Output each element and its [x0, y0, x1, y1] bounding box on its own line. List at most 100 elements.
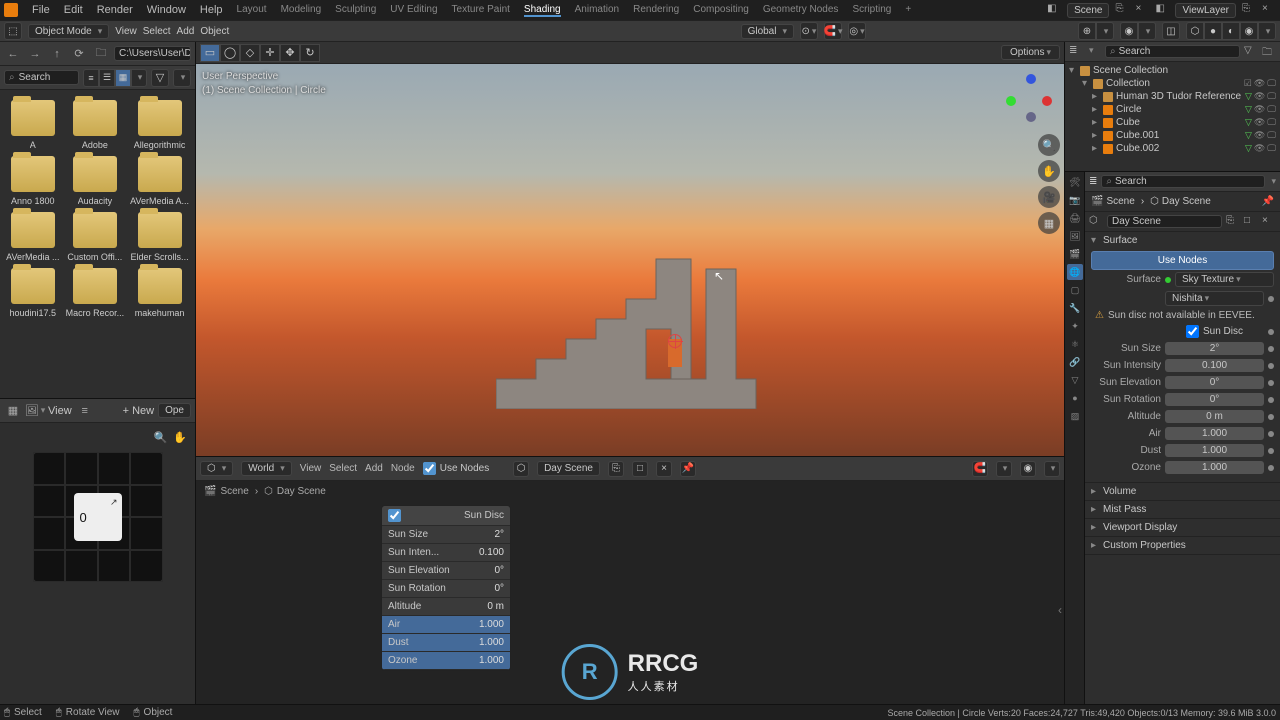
anim-dot-icon[interactable]: [1268, 448, 1274, 454]
data-icon[interactable]: ▽: [1245, 117, 1252, 128]
view-list-icon[interactable]: ≡: [83, 69, 99, 87]
nav-forward-icon[interactable]: →: [26, 45, 44, 63]
zoom-icon[interactable]: 🔍: [154, 431, 168, 444]
orientation-gizmo-icon[interactable]: [1006, 74, 1054, 122]
zoom-icon[interactable]: 🔍: [1038, 134, 1060, 156]
tab-data-icon[interactable]: ▽: [1067, 372, 1083, 388]
sky-texture-node[interactable]: Sun Disc Sun Size2° Sun Inten...0.100 Su…: [381, 505, 511, 671]
anim-dot-icon[interactable]: [1268, 465, 1274, 471]
tree-item[interactable]: ▸Cube▽👁🖵: [1065, 116, 1280, 129]
vis-toggle-icon[interactable]: ☑: [1244, 78, 1252, 89]
outliner-search[interactable]: Search: [1105, 45, 1240, 58]
ne-snap-icon[interactable]: 🧲: [972, 461, 988, 477]
shading-matprev[interactable]: ◐: [1222, 22, 1240, 40]
node-sun-disc-row[interactable]: Sun Disc: [382, 506, 510, 526]
image-open-button[interactable]: Ope: [158, 403, 191, 418]
tree-item[interactable]: ▸Cube.001▽👁🖵: [1065, 129, 1280, 142]
pivot-dropdown[interactable]: ⊙: [800, 22, 818, 40]
bc-scene[interactable]: 🎬 Scene: [204, 486, 249, 497]
ne-menu-view[interactable]: View: [300, 463, 322, 474]
workspace-texturepaint[interactable]: Texture Paint: [452, 4, 510, 17]
ne-overlay-opts[interactable]: [1044, 461, 1060, 477]
axis-zneg-icon[interactable]: [1026, 112, 1036, 122]
filter-opts-icon[interactable]: [173, 69, 191, 87]
node-row[interactable]: Sun Rotation0°: [382, 580, 510, 598]
viewlayer-browse-icon[interactable]: ◧: [1155, 3, 1169, 17]
nav-back-icon[interactable]: ←: [4, 45, 22, 63]
tool-cursor-icon[interactable]: ✛: [260, 44, 280, 62]
hide-icon[interactable]: 👁: [1254, 78, 1265, 89]
data-icon[interactable]: ▽: [1245, 143, 1252, 154]
sun-disc-checkbox[interactable]: [1186, 325, 1199, 338]
folder-item[interactable]: Anno 1800: [4, 154, 62, 208]
ne-editor-type[interactable]: ⬡: [200, 461, 233, 476]
bc-world[interactable]: ⬡ Day Scene: [1150, 196, 1211, 207]
anim-dot-icon[interactable]: [1268, 397, 1274, 403]
hide-icon[interactable]: 👁: [1254, 104, 1265, 115]
folder-item[interactable]: makehuman: [128, 266, 191, 320]
image-menu-view[interactable]: View: [48, 405, 72, 417]
node-row[interactable]: Dust1.000: [382, 634, 510, 652]
prop-value[interactable]: 0 m: [1165, 410, 1264, 423]
folder-item[interactable]: Audacity: [64, 154, 127, 208]
hide-icon[interactable]: 👁: [1254, 130, 1265, 141]
image-grid[interactable]: 0 ↗: [33, 452, 163, 582]
filter-icon[interactable]: ▽: [151, 69, 169, 87]
tab-output-icon[interactable]: 🖨: [1067, 210, 1083, 226]
show-overlays-toggle[interactable]: ◉: [1120, 22, 1138, 40]
tab-render-icon[interactable]: 📷: [1067, 192, 1083, 208]
node-row[interactable]: Sun Elevation0°: [382, 562, 510, 580]
workspace-compositing[interactable]: Compositing: [693, 4, 749, 17]
workspace-layout[interactable]: Layout: [237, 4, 267, 17]
image-editor-mode[interactable]: 🖼: [26, 402, 44, 420]
tab-world-icon[interactable]: 🌐: [1067, 264, 1083, 280]
workspace-shading[interactable]: Shading: [524, 4, 561, 17]
use-nodes-button[interactable]: Use Nodes: [1091, 251, 1274, 270]
viewlayer-new-icon[interactable]: ⎘: [1242, 3, 1256, 17]
folder-item[interactable]: AVerMedia ...: [4, 210, 62, 264]
workspace-animation[interactable]: Animation: [575, 4, 619, 17]
tab-constraints-icon[interactable]: 🔗: [1067, 354, 1083, 370]
viewlayer-selector[interactable]: ViewLayer: [1175, 3, 1236, 18]
menu-help[interactable]: Help: [200, 4, 223, 16]
nav-newfolder-icon[interactable]: 🗀: [92, 45, 110, 63]
disable-icon[interactable]: 🖵: [1267, 117, 1276, 128]
ne-menu-add[interactable]: Add: [365, 463, 383, 474]
folder-item[interactable]: AVerMedia A...: [128, 154, 191, 208]
path-input[interactable]: C:\Users\User\Docu...: [114, 46, 191, 61]
view-thumb-icon[interactable]: ▦: [115, 69, 131, 87]
folder-item[interactable]: Adobe: [64, 98, 127, 152]
tab-scene-icon[interactable]: 🎬: [1067, 246, 1083, 262]
ne-new-icon[interactable]: ⎘: [608, 461, 624, 477]
snap-dropdown[interactable]: 🧲: [824, 22, 842, 40]
hand-icon[interactable]: ✋: [173, 431, 187, 444]
vp-menu-select[interactable]: Select: [143, 26, 171, 37]
workspace-rendering[interactable]: Rendering: [633, 4, 679, 17]
ne-menu-select[interactable]: Select: [329, 463, 357, 474]
tree-item[interactable]: ▸Circle▽👁🖵: [1065, 103, 1280, 116]
node-sun-disc-check[interactable]: [388, 509, 401, 522]
ne-menu-node[interactable]: Node: [391, 463, 415, 474]
folder-item[interactable]: Elder Scrolls...: [128, 210, 191, 264]
image-new-button[interactable]: + New: [123, 405, 155, 417]
vp-menu-view[interactable]: View: [115, 26, 137, 37]
outliner-new-collection-icon[interactable]: 🗀: [1262, 45, 1276, 59]
disable-icon[interactable]: 🖵: [1267, 143, 1276, 154]
pin-icon[interactable]: 📌: [1262, 196, 1274, 207]
workspace-modeling[interactable]: Modeling: [281, 4, 322, 17]
folder-item[interactable]: A: [4, 98, 62, 152]
tool-rotate-icon[interactable]: ↻: [300, 44, 320, 62]
orientation-dropdown[interactable]: Global: [741, 24, 794, 39]
anim-dot-icon[interactable]: [1268, 363, 1274, 369]
disable-icon[interactable]: 🖵: [1267, 104, 1276, 115]
ne-world-name[interactable]: Day Scene: [537, 461, 600, 476]
tab-object-icon[interactable]: ▢: [1067, 282, 1083, 298]
overlay-options[interactable]: [1138, 22, 1156, 40]
workspace-uvediting[interactable]: UV Editing: [390, 4, 437, 17]
bc-world[interactable]: ⬡ Day Scene: [264, 486, 326, 497]
prop-value[interactable]: 1.000: [1165, 444, 1264, 457]
node-editor-sidebar-toggle[interactable]: ‹: [1058, 603, 1062, 617]
outliner-filter-icon[interactable]: ▽: [1244, 45, 1258, 59]
prop-value[interactable]: 0°: [1165, 393, 1264, 406]
section-header[interactable]: ▸Mist Pass: [1085, 501, 1280, 518]
